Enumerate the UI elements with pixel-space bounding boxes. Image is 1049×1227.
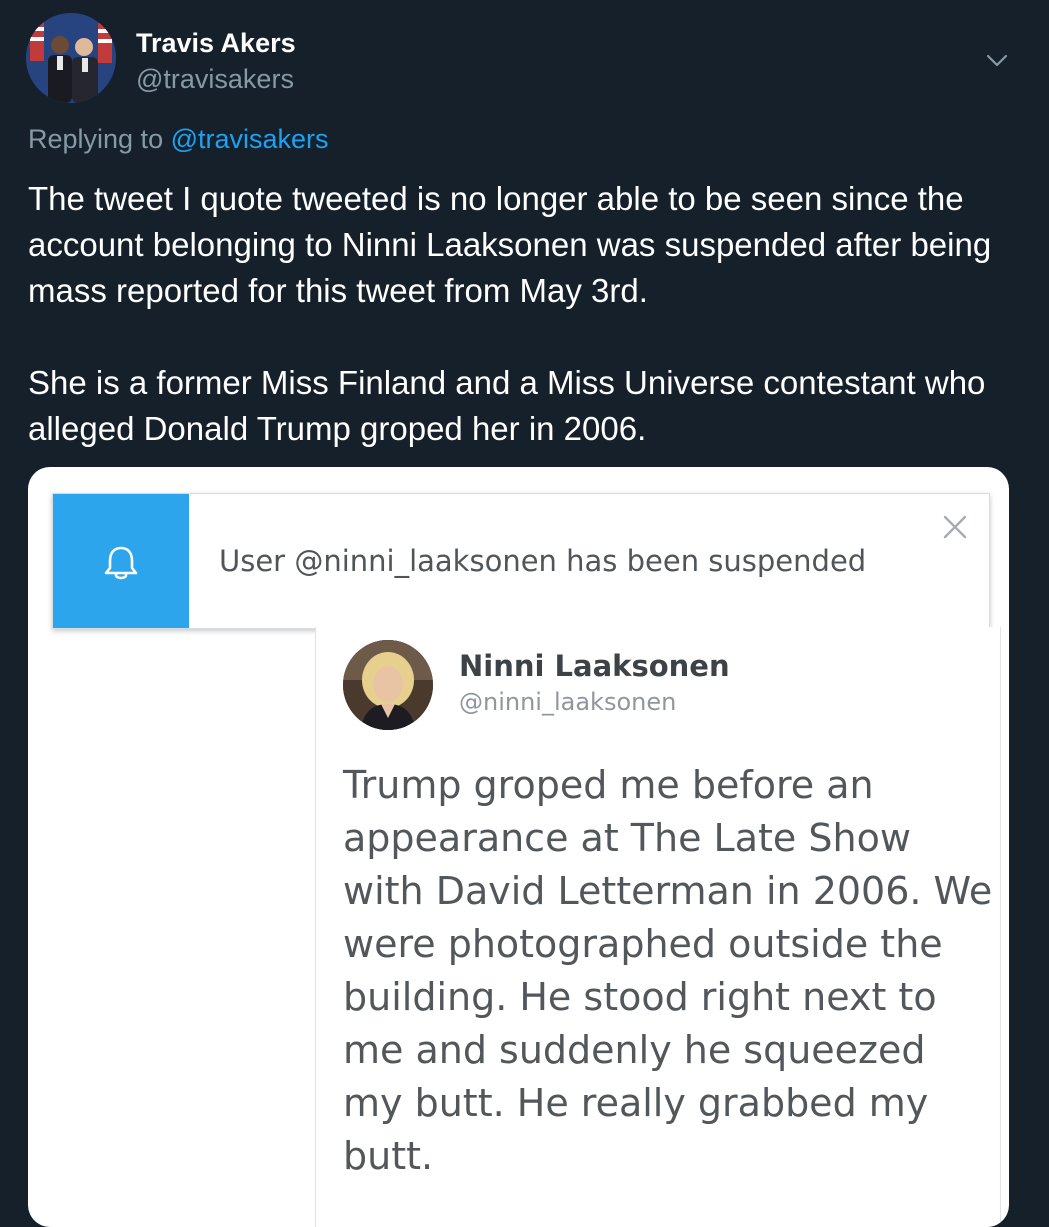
replying-to-mention-link[interactable]: @travisakers [171, 124, 329, 154]
author-name[interactable]: Travis Akers [136, 28, 296, 59]
quoted-author-avatar [343, 640, 433, 730]
bell-icon [104, 546, 138, 580]
quoted-text-line: Trump groped me before an [343, 763, 874, 807]
replying-prefix: Replying to [28, 124, 164, 154]
quoted-author-handle: @ninni_laaksonen [459, 688, 677, 716]
quoted-tweet-text: Trump groped me before an appearance at … [343, 759, 993, 1183]
quoted-text-line: were photographed outside the [343, 922, 943, 966]
author-handle[interactable]: @travisakers [136, 64, 294, 95]
chevron-down-icon[interactable] [982, 48, 1012, 72]
quoted-tweet: Ninni Laaksonen @ninni_laaksonen Trump g… [315, 627, 1001, 1227]
replying-to-line: Replying to @travisakers [28, 124, 329, 155]
tweet-paragraph: The tweet I quote tweeted is no longer a… [28, 180, 992, 309]
suspended-notice: User @ninni_laaksonen has been suspended [52, 493, 990, 629]
author-avatar[interactable] [26, 13, 116, 103]
quoted-text-line: butt. [343, 1134, 434, 1178]
quoted-author-name: Ninni Laaksonen [459, 649, 730, 683]
quoted-text-line: building. He stood right next to [343, 975, 937, 1019]
tweet-media-image[interactable]: User @ninni_laaksonen has been suspended… [28, 467, 1009, 1227]
notice-accent-bar [53, 494, 189, 628]
quoted-text-line: with David Letterman in 2006. We [343, 869, 993, 913]
quoted-text-line: me and suddenly he squeezed [343, 1028, 926, 1072]
suspended-notice-text: User @ninni_laaksonen has been suspended [219, 544, 867, 578]
tweet-body: The tweet I quote tweeted is no longer a… [28, 176, 1018, 452]
quoted-text-line: my butt. He really grabbed my [343, 1081, 929, 1125]
tweet-paragraph: She is a former Miss Finland and a Miss … [28, 364, 986, 447]
close-icon[interactable] [940, 512, 970, 542]
quoted-text-line: appearance at The Late Show [343, 816, 911, 860]
